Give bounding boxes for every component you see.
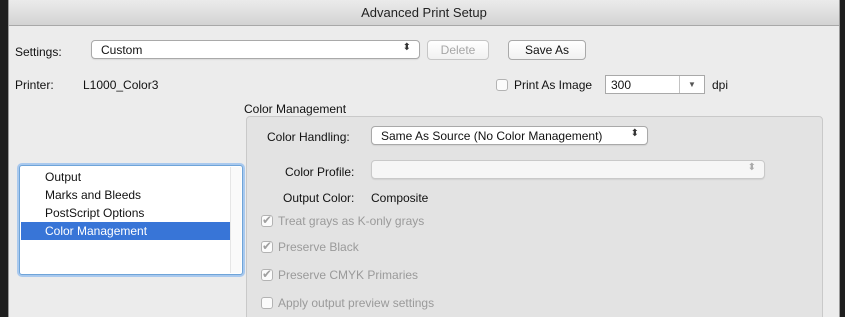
print-as-image-checkbox[interactable]	[496, 79, 508, 91]
save-as-button[interactable]: Save As	[508, 40, 586, 60]
print-as-image-label: Print As Image	[514, 78, 593, 92]
preserve-cmyk-label: Preserve CMYK Primaries	[278, 268, 419, 282]
list-item-output[interactable]: Output	[21, 168, 232, 186]
delete-button[interactable]: Delete	[427, 40, 489, 60]
window-title: Advanced Print Setup	[9, 0, 839, 26]
list-item-postscript-options[interactable]: PostScript Options	[21, 204, 232, 222]
output-color-label: Output Color:	[283, 191, 355, 205]
color-handling-label: Color Handling:	[267, 130, 350, 144]
printer-name: L1000_Color3	[83, 78, 159, 92]
color-handling-select[interactable]: Same As Source (No Color Management) ⬍	[371, 126, 648, 145]
advanced-print-setup-window: Advanced Print Setup Settings: Custom ⬍ …	[8, 0, 840, 317]
color-profile-select[interactable]: ⬍	[371, 160, 765, 179]
apply-output-preview-label: Apply output preview settings	[278, 296, 435, 310]
dpi-value: 300	[611, 78, 632, 92]
preserve-black-checkbox[interactable]: ✔	[261, 239, 273, 253]
preserve-black-label: Preserve Black	[278, 240, 359, 254]
dpi-combo[interactable]: 300 ▼	[605, 75, 705, 94]
triangle-down-icon[interactable]: ▼	[679, 76, 704, 93]
list-scrollbar[interactable]	[230, 167, 241, 273]
updown-arrows-icon: ⬍	[402, 42, 411, 53]
checkmark-icon: ✔	[262, 267, 273, 281]
color-profile-label: Color Profile:	[285, 165, 355, 179]
output-color-value: Composite	[371, 191, 429, 205]
checkmark-icon: ✔	[262, 239, 273, 253]
treat-grays-checkbox[interactable]: ✔	[261, 213, 273, 227]
color-management-panel: Color Handling: Same As Source (No Color…	[246, 116, 823, 317]
preserve-cmyk-checkbox[interactable]: ✔	[261, 267, 273, 281]
list-item-color-management[interactable]: Color Management	[21, 222, 232, 240]
color-handling-value: Same As Source (No Color Management)	[381, 129, 603, 143]
dpi-unit-label: dpi	[712, 78, 729, 92]
category-list[interactable]: Output Marks and Bleeds PostScript Optio…	[19, 165, 243, 275]
settings-select[interactable]: Custom ⬍	[91, 40, 420, 59]
printer-label: Printer:	[15, 78, 54, 92]
treat-grays-label: Treat grays as K-only grays	[278, 214, 425, 228]
updown-arrows-icon: ⬍	[747, 162, 756, 173]
settings-label: Settings:	[15, 45, 62, 59]
section-title: Color Management	[244, 102, 347, 116]
updown-arrows-icon: ⬍	[630, 128, 639, 139]
list-item-marks-and-bleeds[interactable]: Marks and Bleeds	[21, 186, 232, 204]
apply-output-preview-checkbox[interactable]	[261, 297, 273, 309]
checkmark-icon: ✔	[262, 213, 273, 227]
settings-value: Custom	[101, 43, 143, 57]
